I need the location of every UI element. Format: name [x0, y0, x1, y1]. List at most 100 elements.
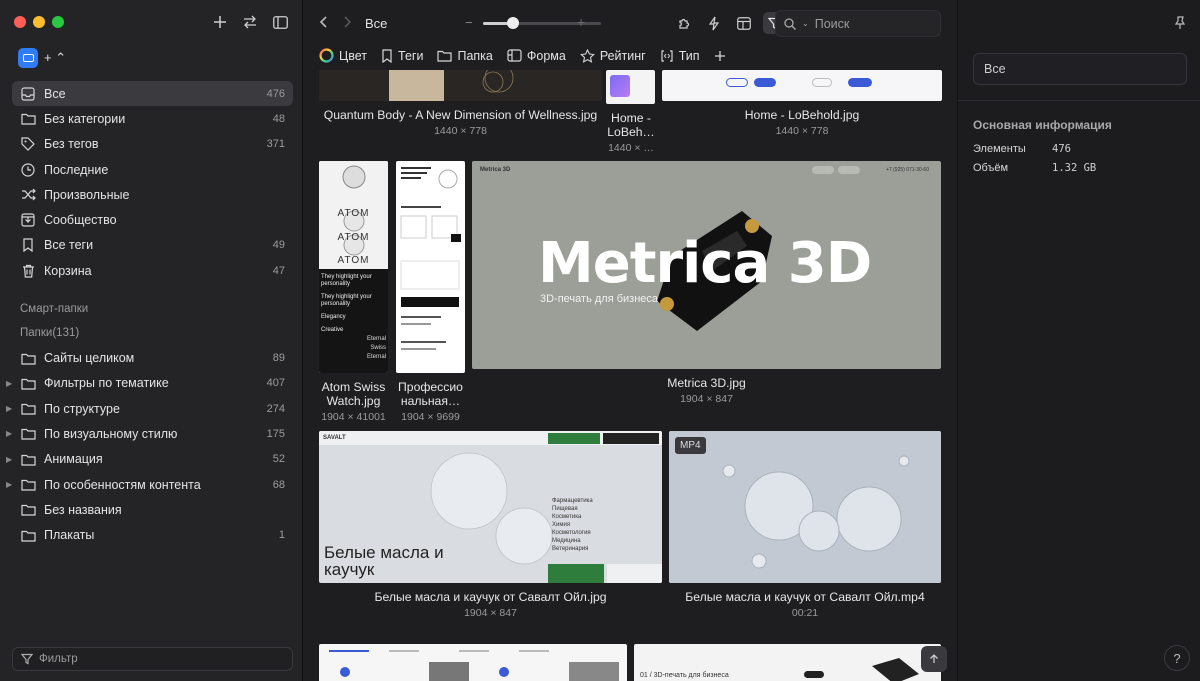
sidebar-item[interactable]: Корзина 47 — [12, 258, 293, 283]
filter-chip[interactable]: Форма — [507, 49, 566, 63]
thumbnail-oils-video[interactable]: MP4 — [669, 431, 941, 583]
filter-chip[interactable]: Цвет — [319, 48, 367, 63]
sidebar-folder[interactable]: ▶ Анимация 52 — [6, 447, 293, 472]
sidebar-item[interactable]: Последние — [12, 157, 293, 182]
thumb-bottom-text: 01 / 3D-печать для бизнеса — [640, 672, 729, 679]
thumb-pill — [812, 78, 832, 87]
bookmark-icon — [20, 237, 36, 253]
sidebar-item-count: 371 — [266, 138, 285, 151]
sidebar-folder[interactable]: ▶ Фильтры по тематике 407 — [6, 371, 293, 396]
tag-outline-icon — [20, 136, 36, 152]
filter-chip[interactable]: Папка — [437, 48, 493, 63]
sidebar-folder[interactable]: Сайты целиком 89 — [12, 345, 293, 370]
inspector-name-field[interactable]: Все — [973, 53, 1187, 85]
sidebar-item-label: Корзина — [44, 263, 92, 278]
sidebar-item[interactable]: Без категории 48 — [12, 106, 293, 131]
sidebar-item[interactable]: Все теги 49 — [12, 233, 293, 258]
thumb-atom-text: They highlight your personality — [321, 274, 372, 287]
item-meta: 1440 × … — [608, 142, 654, 154]
sidebar-folder-label: Без названия — [44, 502, 122, 517]
add-filter-icon[interactable] — [714, 50, 726, 62]
slider-knob[interactable] — [506, 17, 519, 29]
thumb-pill — [848, 78, 872, 87]
thumb-nav-pill — [838, 166, 860, 174]
thumb-light-card — [607, 564, 662, 583]
sidebar-item[interactable]: Без тегов 371 — [12, 132, 293, 157]
clock-icon — [20, 162, 36, 178]
thumb-atom-side-text: Swiss — [370, 345, 386, 351]
folders-heading[interactable]: Папки(131) — [12, 321, 293, 345]
inspector-row-items: Элементы 476 — [973, 143, 1173, 155]
main-toolbar: Все − + ⌄ Поиск — [303, 8, 957, 38]
thumb-atom-side-text: Eternal — [366, 354, 386, 360]
sidebar-nav: Все 476 Без категории 48 Без тегов 371 Последн… — [6, 81, 293, 548]
inspector-panel: Все Основная информация Элементы 476 Объ… — [957, 0, 1200, 681]
minimize-window-button[interactable] — [33, 16, 45, 28]
thumbnail-oils-jpg[interactable]: SAVALT Белые масла и каучук Фармацевтика… — [319, 431, 662, 583]
thumbnail-home-lobehold-small[interactable] — [606, 70, 655, 104]
disclosure-arrow-icon[interactable]: ▶ — [6, 480, 12, 489]
zoom-window-button[interactable] — [52, 16, 64, 28]
browser-pane: Все − + ⌄ Поиск Цвет Теги Папка Форма Ре… — [303, 0, 957, 681]
sidebar-folder-count: 52 — [272, 453, 285, 466]
filter-chip[interactable]: Теги — [381, 49, 423, 63]
sidebar-filter-field[interactable]: Фильтр — [12, 647, 293, 671]
help-icon: ? — [1173, 650, 1181, 666]
sidebar-folder[interactable]: ▶ По визуальному стилю 175 — [6, 421, 293, 446]
sidebar-item[interactable]: Все 476 — [12, 81, 293, 107]
thumbnail-professional[interactable] — [396, 161, 465, 373]
filter-chip[interactable]: Рейтинг — [579, 48, 646, 63]
item-caption: Quantum Body - A New Dimension of Wellne… — [323, 108, 598, 122]
bookmark-icon — [381, 48, 393, 63]
item-caption: Metrica 3D.jpg — [667, 376, 746, 390]
close-window-button[interactable] — [14, 16, 26, 28]
thumbnail-home-lobehold[interactable] — [662, 70, 942, 101]
swap-arrows-icon[interactable] — [240, 12, 260, 32]
disclosure-arrow-icon[interactable]: ▶ — [6, 379, 12, 388]
forward-arrow-icon[interactable] — [343, 15, 352, 31]
search-icon — [784, 17, 796, 30]
shuffle-icon — [20, 187, 36, 203]
disclosure-arrow-icon[interactable]: ▶ — [6, 455, 12, 464]
thumb-atom-word: ATOM — [337, 232, 370, 243]
sidebar-folder[interactable]: Без названия — [12, 497, 293, 522]
search-field[interactable]: ⌄ Поиск — [775, 10, 941, 37]
sidebar-item[interactable]: Произвольные — [12, 182, 293, 207]
filter-chip-label: Цвет — [339, 48, 368, 63]
sidebar-folder[interactable]: ▶ По особенностям контента 68 — [6, 472, 293, 497]
sidebar-item-label: Без тегов — [44, 137, 99, 152]
sidebar-toggle-icon[interactable] — [270, 12, 290, 32]
item-meta: 1440 × 778 — [434, 125, 487, 137]
scroll-to-top-button[interactable] — [921, 646, 947, 672]
help-button[interactable]: ? — [1164, 645, 1190, 671]
filter-chip[interactable]: Тип — [660, 49, 700, 63]
puzzle-icon[interactable] — [673, 12, 695, 34]
disclosure-arrow-icon[interactable]: ▶ — [6, 404, 12, 413]
filter-chip-label: Папка — [457, 48, 493, 63]
item-caption: Atom Swiss Watch.jpg — [321, 380, 386, 408]
thumbnail-bottom-left[interactable] — [319, 644, 627, 681]
library-switcher[interactable]: + ⌃ — [18, 48, 66, 68]
sidebar-folder[interactable]: Плакаты 1 — [12, 522, 293, 547]
sidebar-item-count: 49 — [272, 239, 285, 252]
app-window: + ⌃ Все 476 Без категории 48 Без тегов 371 Пос… — [0, 0, 1200, 681]
back-arrow-icon[interactable] — [319, 15, 328, 31]
add-icon[interactable] — [210, 12, 230, 32]
thumbnail-quantum-body[interactable] — [319, 70, 602, 101]
thumbnail-metrica-3d[interactable]: Metrica 3D +7 (925) 071-30-60 Metrica 3D… — [472, 161, 941, 369]
sidebar-folder[interactable]: ▶ По структуре 274 — [6, 396, 293, 421]
pin-icon[interactable] — [1174, 16, 1186, 35]
filter-chip-label: Теги — [398, 48, 424, 63]
thumbnail-atom-swiss-watch[interactable]: ATOM ATOM ATOM They highlight your persona… — [319, 161, 388, 373]
layout-icon[interactable] — [733, 12, 755, 34]
zoom-in-icon[interactable]: + — [577, 14, 585, 30]
sidebar-item[interactable]: Сообщество — [12, 207, 293, 232]
lightning-icon[interactable] — [703, 12, 725, 34]
thumbnail-bottom-right[interactable]: 01 / 3D-печать для бизнеса — [634, 644, 941, 681]
smart-folders-heading[interactable]: Смарт-папки — [12, 297, 293, 321]
filter-chip-label: Тип — [678, 48, 700, 63]
disclosure-arrow-icon[interactable]: ▶ — [6, 429, 12, 438]
zoom-out-icon[interactable]: − — [465, 15, 473, 30]
sidebar-item-label: Последние — [44, 162, 109, 177]
